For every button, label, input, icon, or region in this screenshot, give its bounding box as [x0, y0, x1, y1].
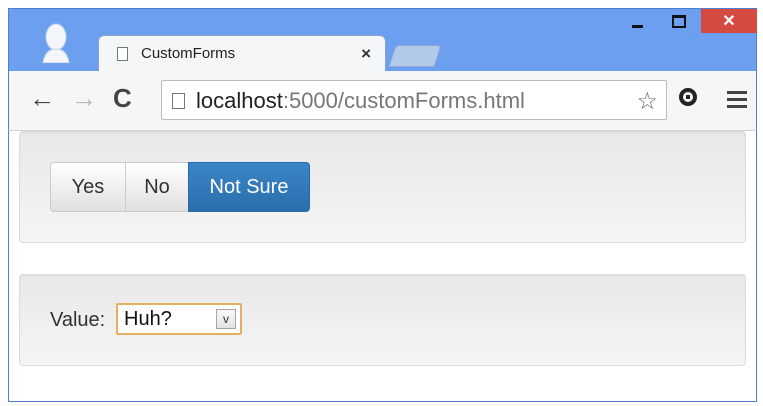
browser-toolbar: ← → C localhost:5000/customForms.html ☆	[8, 71, 757, 131]
page-icon	[117, 47, 128, 61]
url-text[interactable]: localhost:5000/customForms.html	[196, 88, 525, 114]
close-window-button[interactable]: ✕	[701, 9, 757, 33]
url-path: :5000/customForms.html	[282, 88, 525, 113]
reload-icon[interactable]: C	[113, 85, 132, 111]
yes-button[interactable]: Yes	[50, 162, 126, 212]
maximize-button[interactable]	[659, 9, 699, 33]
no-button[interactable]: No	[125, 162, 189, 212]
page-icon	[172, 93, 185, 109]
new-tab-button[interactable]	[388, 45, 442, 67]
chevron-down-icon[interactable]: v	[216, 309, 236, 329]
tab-title: CustomForms	[141, 45, 236, 62]
maximize-icon	[672, 14, 686, 28]
tab-close-icon[interactable]: ×	[361, 44, 371, 64]
minimize-icon	[631, 24, 643, 28]
url-host: localhost	[196, 88, 283, 113]
choice-button-group: Yes No Not Sure	[50, 162, 310, 212]
back-arrow-icon[interactable]: ←	[29, 85, 55, 111]
forward-arrow-icon[interactable]: →	[71, 85, 97, 111]
button-group-panel: Yes No Not Sure	[19, 131, 746, 243]
page-content: Yes No Not Sure Value: Huh? v	[8, 131, 757, 402]
menu-icon[interactable]	[727, 91, 747, 112]
address-bar[interactable]: localhost:5000/customForms.html ☆	[161, 80, 667, 120]
value-select[interactable]: Huh? v	[116, 303, 242, 335]
value-label: Value:	[50, 309, 106, 331]
select-value: Huh?	[124, 308, 172, 330]
profile-avatar-icon[interactable]	[39, 23, 73, 64]
minimize-button[interactable]	[617, 9, 657, 33]
bookmark-star-icon[interactable]: ☆	[636, 87, 658, 116]
browser-tab[interactable]: CustomForms ×	[98, 35, 386, 71]
not-sure-button[interactable]: Not Sure	[188, 162, 310, 212]
value-panel: Value: Huh? v	[19, 274, 746, 366]
extension-icon[interactable]	[679, 88, 697, 106]
